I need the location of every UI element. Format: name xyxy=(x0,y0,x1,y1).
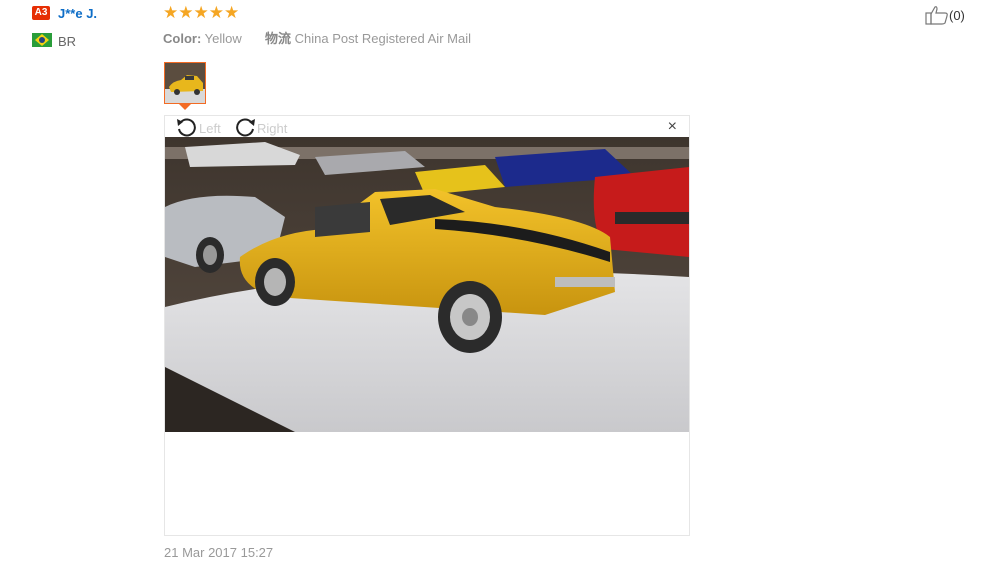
shipping-label: 物流 xyxy=(265,31,292,46)
helpful-button[interactable]: (0) xyxy=(925,5,965,25)
close-viewer-button[interactable]: × xyxy=(668,119,677,135)
rotate-right-label: Right xyxy=(257,121,288,136)
shipping-value: China Post Registered Air Mail xyxy=(294,31,471,46)
reviewer-name[interactable]: J**e J. xyxy=(58,6,97,21)
review-meta: Color: Yellow 物流 China Post Registered A… xyxy=(163,28,471,47)
brazil-flag-icon xyxy=(32,33,52,47)
thumbnail-pointer xyxy=(179,104,191,110)
helpful-count: (0) xyxy=(949,7,965,23)
star-rating: ★★★★★ xyxy=(163,3,240,22)
buyer-level-badge: A3 xyxy=(32,6,50,20)
color-value: Yellow xyxy=(204,31,242,46)
photo-viewer: Left Right × xyxy=(164,115,690,536)
color-label: Color: xyxy=(163,31,202,46)
thumbs-up-icon[interactable] xyxy=(925,5,949,25)
review-photo xyxy=(165,137,689,432)
rotate-left-label: Left xyxy=(199,121,221,136)
review-photo-thumbnail[interactable] xyxy=(164,62,206,104)
reviewer-country: BR xyxy=(58,34,77,49)
review-date: 21 Mar 2017 15:27 xyxy=(164,545,274,560)
